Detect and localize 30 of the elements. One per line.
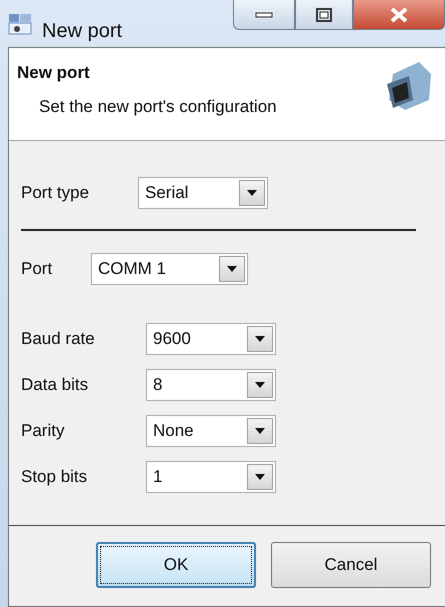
dropdown-field[interactable]: 8 [146, 369, 276, 401]
dialog-button[interactable]: OK [96, 542, 256, 588]
window-title: New port [42, 19, 122, 44]
dropdown-arrow-icon [255, 428, 265, 434]
maximize-icon [316, 8, 332, 22]
dropdown-arrow-icon [227, 266, 237, 272]
minimize-icon [255, 12, 273, 18]
dropdown-field[interactable]: COMM 1 [91, 253, 248, 285]
field-label: Port type [21, 182, 90, 204]
close-button[interactable] [353, 0, 445, 30]
dropdown-field[interactable]: Serial [138, 177, 268, 209]
app-icon [8, 13, 32, 35]
maximize-button[interactable] [295, 0, 353, 30]
dialog-button[interactable]: Cancel [271, 542, 431, 588]
header-title: New port [17, 62, 91, 84]
field-label: Port [21, 258, 54, 280]
dropdown-field[interactable]: 1 [146, 461, 276, 493]
close-icon [390, 6, 408, 22]
dropdown-arrow-icon [255, 474, 265, 480]
field-label: Stop bits [21, 466, 88, 488]
field-label: Data bits [21, 374, 90, 396]
field-label: Parity [21, 420, 66, 442]
dropdown-arrow-icon [247, 190, 257, 196]
minimize-button[interactable] [233, 0, 295, 30]
field-label: Baud rate [21, 328, 96, 350]
header-subtitle: Set the new port's configuration [39, 96, 277, 118]
dropdown-field[interactable]: 9600 [146, 323, 276, 355]
dropdown-field[interactable]: None [146, 415, 276, 447]
dropdown-arrow-icon [255, 382, 265, 388]
dropdown-arrow-icon [255, 336, 265, 342]
